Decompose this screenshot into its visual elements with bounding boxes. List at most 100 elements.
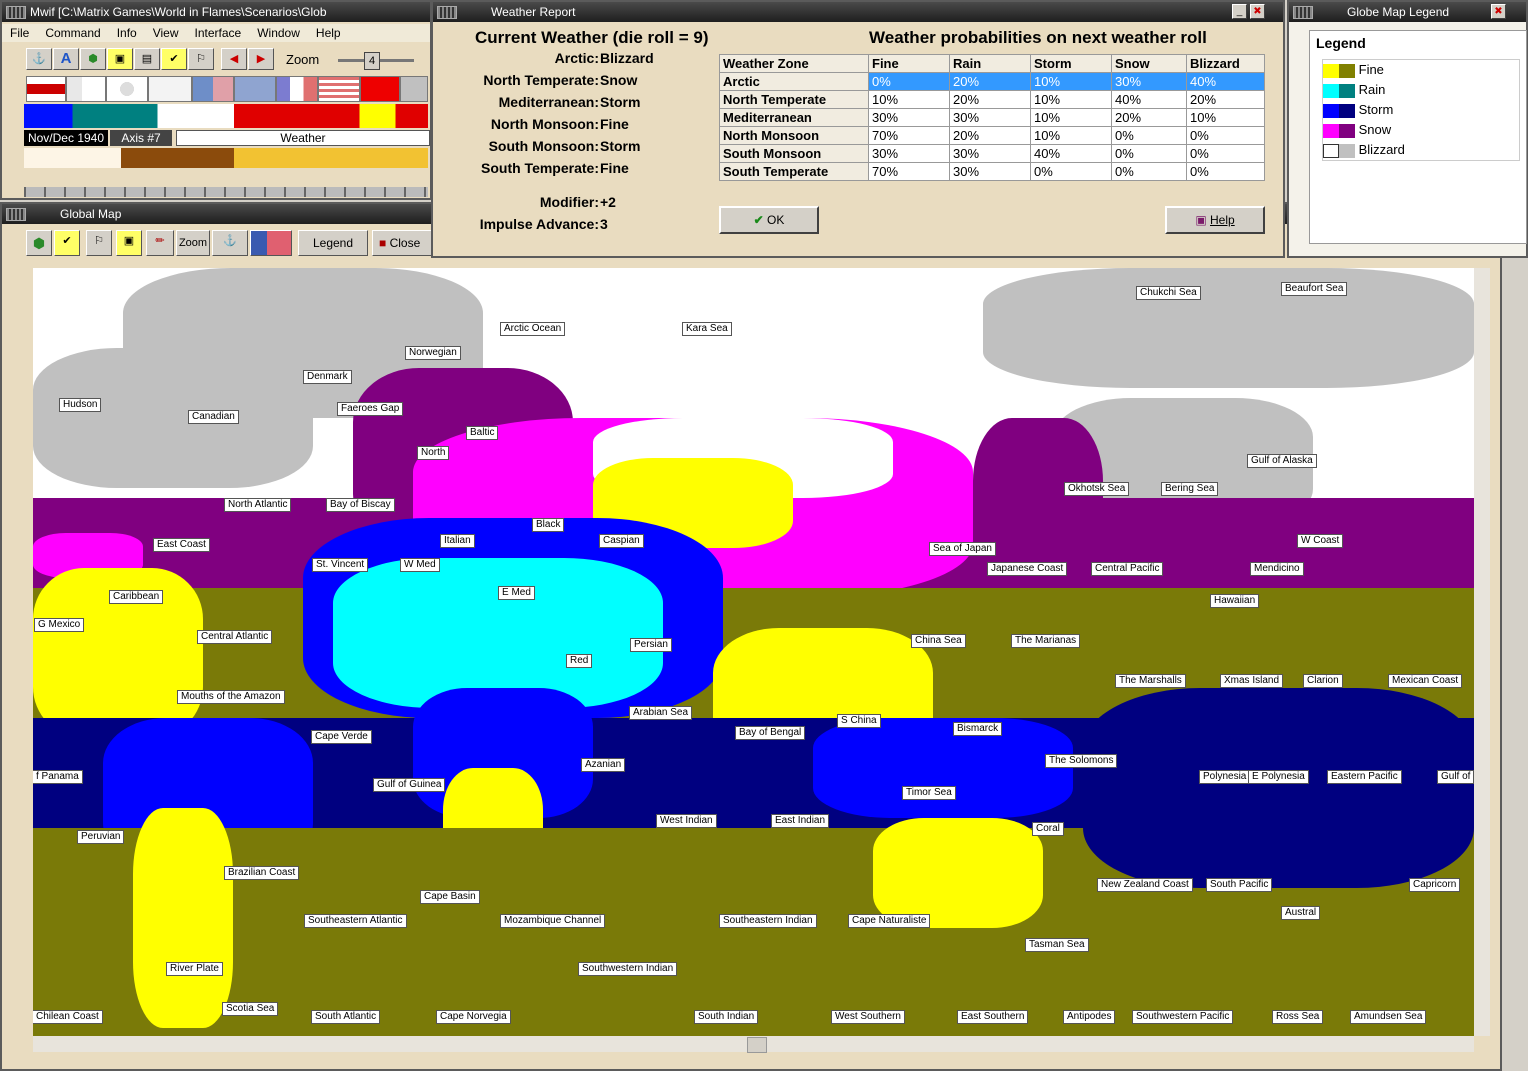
sea-label[interactable]: Amundsen Sea (1350, 1010, 1427, 1024)
pencil-icon[interactable]: ✏ (146, 230, 174, 256)
sea-label[interactable]: Southwestern Indian (578, 962, 678, 976)
weather-report-titlebar[interactable]: Weather Report _ ✖ (433, 2, 1283, 22)
sea-label[interactable]: Ross Sea (1272, 1010, 1324, 1024)
sea-label[interactable]: St. Vincent (312, 558, 369, 572)
sea-label[interactable]: Cape Basin (420, 890, 480, 904)
sea-label[interactable]: Central Atlantic (197, 630, 273, 644)
sea-label[interactable]: Scotia Sea (222, 1002, 279, 1016)
sea-label[interactable]: Austral (1281, 906, 1321, 920)
sea-label[interactable]: The Marshalls (1115, 674, 1186, 688)
legend-button[interactable]: Legend (298, 230, 368, 256)
sea-label[interactable]: Gulf of (1437, 770, 1474, 784)
flag-uk[interactable] (234, 76, 276, 102)
sea-label[interactable]: Bering Sea (1161, 482, 1219, 496)
sea-label[interactable]: Persian (630, 638, 672, 652)
table-row[interactable]: Arctic 0% 20% 10% 30% 40% (719, 72, 1265, 91)
sea-label[interactable]: W Coast (1297, 534, 1344, 548)
sea-label[interactable]: Brazilian Coast (224, 866, 300, 880)
sea-label[interactable]: Southeastern Indian (719, 914, 817, 928)
sea-label[interactable]: Mozambique Channel (500, 914, 606, 928)
sea-label[interactable]: Mouths of the Amazon (177, 690, 285, 704)
sea-label[interactable]: S China (837, 714, 881, 728)
sea-label[interactable]: Chukchi Sea (1136, 286, 1201, 300)
sea-label[interactable]: Arabian Sea (629, 706, 693, 720)
sea-label[interactable]: Azanian (581, 758, 626, 772)
sea-label[interactable]: Caspian (599, 534, 644, 548)
map-square-icon[interactable]: ▣ (116, 230, 142, 256)
highlight-icon[interactable]: ✔ (54, 230, 80, 256)
map-vertical-scrollbar[interactable] (1474, 268, 1490, 1036)
sea-label[interactable]: Coral (1032, 822, 1064, 836)
sea-label[interactable]: Cape Verde (311, 730, 372, 744)
layer-icon[interactable]: ▤ (134, 48, 160, 70)
zoom-button[interactable]: Zoom (176, 230, 210, 256)
hex-icon[interactable]: ⬢ (26, 230, 52, 256)
flag-france[interactable] (148, 76, 192, 102)
sea-label[interactable]: Bismarck (953, 722, 1003, 736)
menu-command[interactable]: Command (37, 24, 108, 40)
sea-label[interactable]: Cape Norvegia (436, 1010, 511, 1024)
map-horizontal-scrollbar[interactable] (33, 1036, 1474, 1053)
sea-label[interactable]: Italian (440, 534, 475, 548)
menu-help[interactable]: Help (308, 24, 349, 40)
sea-label[interactable]: West Indian (656, 814, 717, 828)
sea-label[interactable]: Red (566, 654, 593, 668)
sea-label[interactable]: The Marianas (1011, 634, 1081, 648)
sea-label[interactable]: West Southern (831, 1010, 905, 1024)
close-button[interactable]: ■ Close (372, 230, 432, 256)
unit-icon[interactable]: ⚓ (26, 48, 52, 70)
sea-label[interactable]: Bay of Biscay (326, 498, 395, 512)
ok-button[interactable]: ✔ OK (719, 206, 819, 234)
sea-label[interactable]: G Mexico (34, 618, 85, 632)
sea-label[interactable]: W Med (400, 558, 440, 572)
sea-label[interactable]: Mexican Coast (1388, 674, 1463, 688)
table-row[interactable]: South Temperate 70% 30% 0% 0% 0% (719, 162, 1265, 181)
world-map[interactable]: Arctic Ocean Kara Sea Chukchi Sea Beaufo… (33, 268, 1474, 1036)
flag-italy[interactable] (66, 76, 106, 102)
sea-label[interactable]: Hawaiian (1210, 594, 1260, 608)
sea-label[interactable]: Black (532, 518, 565, 532)
sea-label[interactable]: Okhotsk Sea (1064, 482, 1130, 496)
highlight-icon[interactable]: ✔ (161, 48, 187, 70)
flag-japan[interactable] (106, 76, 148, 102)
sea-label[interactable]: E Polynesia (1248, 770, 1309, 784)
sea-label[interactable]: Eastern Pacific (1327, 770, 1402, 784)
sea-label[interactable]: Chilean Coast (33, 1010, 103, 1024)
font-a-icon[interactable]: A (53, 48, 79, 70)
sea-label[interactable]: South Atlantic (311, 1010, 381, 1024)
sea-label[interactable]: The Solomons (1045, 754, 1118, 768)
table-row[interactable]: Mediterranean 30% 30% 10% 20% 10% (719, 108, 1265, 127)
sea-label[interactable]: North (417, 446, 450, 460)
sea-label[interactable]: Southeastern Atlantic (304, 914, 407, 928)
sea-label[interactable]: Gulf of Guinea (373, 778, 446, 792)
menu-interface[interactable]: Interface (187, 24, 250, 40)
sea-label[interactable]: East Southern (957, 1010, 1029, 1024)
close-icon[interactable]: ✖ (1491, 4, 1506, 19)
sea-label[interactable]: f Panama (33, 770, 83, 784)
flag-china-button[interactable] (250, 230, 292, 256)
sea-label[interactable]: Mendicino (1250, 562, 1304, 576)
main-window-titlebar[interactable]: Mwif [C:\Matrix Games\World in Flames\Sc… (2, 2, 430, 22)
sea-label[interactable]: China Sea (911, 634, 966, 648)
flag-china[interactable] (192, 76, 234, 102)
sea-label[interactable]: Cape Naturaliste (848, 914, 931, 928)
sea-label[interactable]: Kara Sea (682, 322, 732, 336)
legend-titlebar[interactable]: Globe Map Legend ✖ (1289, 2, 1526, 22)
sea-label[interactable]: Peruvian (77, 830, 125, 844)
sea-label[interactable]: Bay of Bengal (735, 726, 806, 740)
map-square-icon[interactable]: ▣ (107, 48, 133, 70)
minimize-icon[interactable]: _ (1232, 4, 1247, 19)
sea-label[interactable]: Polynesia (1199, 770, 1251, 784)
sea-label[interactable]: Capricorn (1409, 878, 1461, 892)
menu-info[interactable]: Info (109, 24, 145, 40)
sea-label[interactable]: Canadian (188, 410, 239, 424)
sea-label[interactable]: Caribbean (109, 590, 164, 604)
flag-neutral[interactable] (400, 76, 428, 102)
arrow-left-icon[interactable]: ◀ (221, 48, 247, 70)
sea-label[interactable]: East Indian (771, 814, 830, 828)
flag-icon[interactable]: ⚐ (86, 230, 112, 256)
sea-label[interactable]: Central Pacific (1091, 562, 1164, 576)
table-row[interactable]: South Monsoon 30% 30% 40% 0% 0% (719, 144, 1265, 163)
sea-label[interactable]: Sea of Japan (929, 542, 996, 556)
sea-label[interactable]: New Zealand Coast (1097, 878, 1193, 892)
